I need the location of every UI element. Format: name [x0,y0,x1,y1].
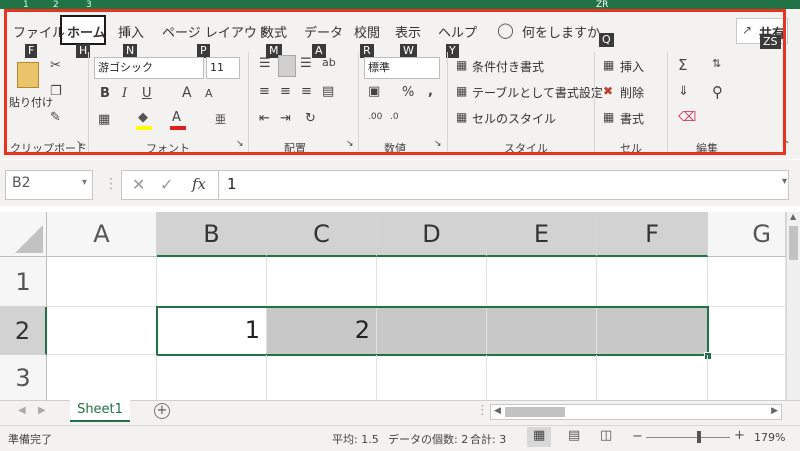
status-average[interactable]: 平均: 1.5 [332,431,379,447]
formula-input[interactable]: 1 [218,170,789,200]
cell-f1[interactable] [597,257,708,307]
zoom-slider-track[interactable] [646,437,730,438]
page-break-view-icon[interactable]: ◫ [600,428,612,443]
column-header-g[interactable]: G [708,212,786,257]
insert-function-button[interactable]: fx [192,175,206,193]
column-header-a[interactable]: A [47,212,157,257]
cell-d3[interactable] [377,355,487,401]
cell-b1[interactable] [157,257,267,307]
row-header-2[interactable]: 2 [0,307,47,355]
cell-d1[interactable] [377,257,487,307]
scroll-left-icon[interactable]: ◀ [494,406,501,416]
vertical-scrollbar[interactable]: ▲ [786,212,800,400]
cell-f3[interactable] [597,355,708,401]
name-box-value: B2 [12,175,31,191]
horizontal-scrollbar[interactable]: ◀ ▶ [490,404,782,420]
cell-b3[interactable] [157,355,267,401]
zoom-in-button[interactable]: + [734,428,745,443]
cell-e3[interactable] [487,355,597,401]
cancel-entry-icon[interactable]: ✕ [132,175,145,194]
column-header-e[interactable]: E [487,212,597,257]
status-ready: 準備完了 [8,433,52,446]
column-header-d[interactable]: D [377,212,487,257]
cell-g3[interactable] [708,355,786,401]
cell-g2[interactable] [708,307,786,355]
status-sum[interactable]: 合計: 3 [470,431,506,447]
horizontal-scroll-thumb[interactable] [505,407,565,417]
cell-c1[interactable] [267,257,377,307]
vertical-scroll-thumb[interactable] [789,226,798,260]
column-header-c[interactable]: C [267,212,377,257]
zoom-out-button[interactable]: − [632,429,643,444]
prev-sheet-icon[interactable]: ◀ [18,405,26,416]
confirm-entry-icon[interactable]: ✓ [160,175,173,194]
page-layout-view-icon[interactable]: ▤ [568,428,580,443]
cell-a3[interactable] [47,355,157,401]
more-dots-icon: ⋮ [476,403,489,418]
expand-formula-bar-icon[interactable]: ▾ [782,176,787,187]
row-header-3[interactable]: 3 [0,355,47,401]
zoom-level[interactable]: 179% [754,431,785,444]
cell-g1[interactable] [708,257,786,307]
grid-view-icon: ▦ [533,428,546,443]
sheet-tab-sheet1[interactable]: Sheet1 [70,400,130,422]
cell-a2[interactable] [47,307,157,355]
row-header-1[interactable]: 1 [0,257,47,307]
selection-outline [156,306,709,356]
cell-e1[interactable] [487,257,597,307]
title-bar [0,0,800,9]
ribbon-highlight-box [4,9,786,155]
formula-value: 1 [227,175,237,193]
status-count[interactable]: データの個数: 2 [388,431,468,447]
more-dots-icon: ⋮ [104,176,118,192]
cell-a1[interactable] [47,257,157,307]
cell-c3[interactable] [267,355,377,401]
next-sheet-icon[interactable]: ▶ [38,405,46,416]
select-all-corner[interactable] [0,212,47,257]
scroll-right-icon[interactable]: ▶ [771,406,778,416]
column-header-b[interactable]: B [157,212,267,257]
name-box[interactable]: B2 ▾ [5,170,93,200]
scroll-up-icon[interactable]: ▲ [790,212,796,221]
chevron-down-icon[interactable]: ▾ [82,177,87,188]
zoom-slider-thumb[interactable] [697,431,701,443]
select-all-triangle [15,225,43,253]
add-sheet-icon[interactable]: + [154,403,170,419]
normal-view-button[interactable]: ▦ [527,427,551,447]
column-header-f[interactable]: F [597,212,708,257]
